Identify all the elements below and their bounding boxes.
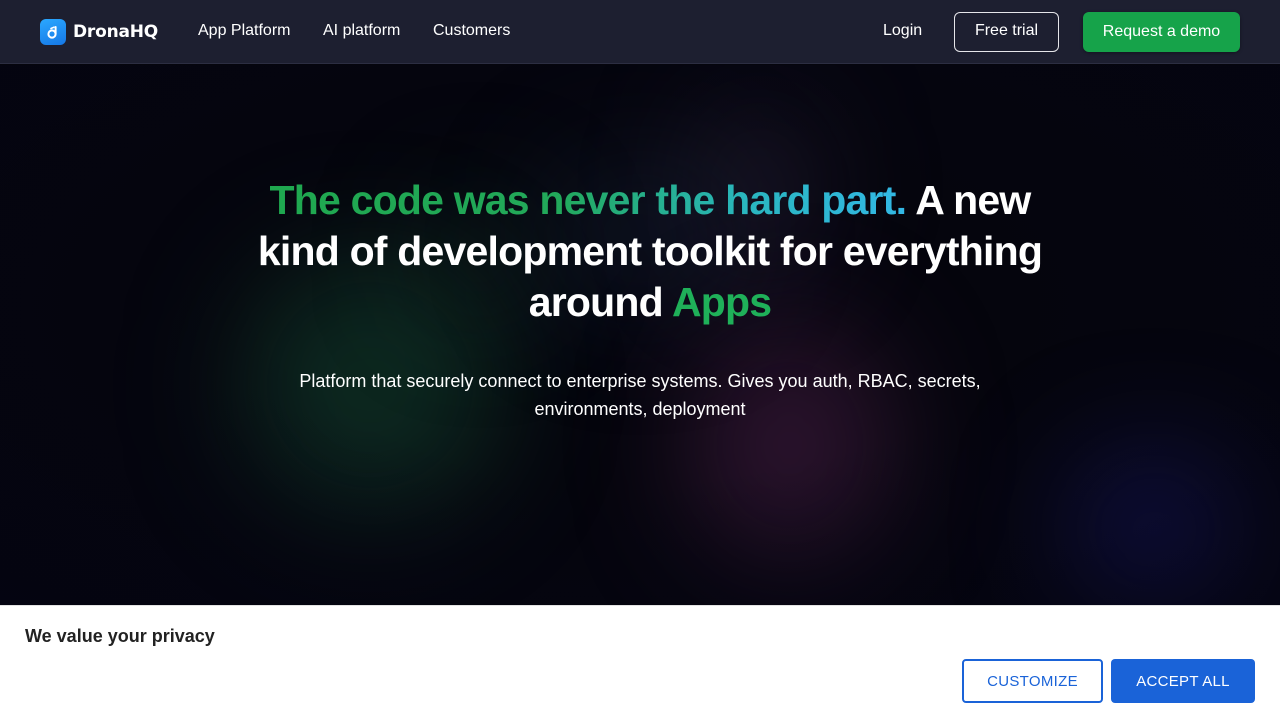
request-demo-button[interactable]: Request a demo xyxy=(1083,12,1240,52)
nav-ai-platform[interactable]: AI platform xyxy=(323,22,400,40)
free-trial-button[interactable]: Free trial xyxy=(954,12,1059,52)
nav-app-platform[interactable]: App Platform xyxy=(198,22,290,40)
top-navigation-bar: DronaHQ App Platform AI platform Custome… xyxy=(0,0,1280,64)
logo-text: DronaHQ xyxy=(73,22,159,42)
accept-all-cookies-button[interactable]: ACCEPT ALL xyxy=(1111,659,1255,703)
background-vignette xyxy=(0,65,1280,605)
dronahq-logo-icon xyxy=(40,19,66,45)
logo-link[interactable]: DronaHQ xyxy=(40,19,158,45)
headline-highlight-text: Apps xyxy=(671,279,772,325)
hero-subheadline: Platform that securely connect to enterp… xyxy=(250,367,1030,423)
login-link[interactable]: Login xyxy=(883,22,922,40)
hero-headline: The code was never the hard part. A new … xyxy=(250,175,1050,328)
subheadline-line-1: Platform that securely connect to enterp… xyxy=(299,371,981,391)
cookie-consent-banner: We value your privacy CUSTOMIZE ACCEPT A… xyxy=(0,605,1280,720)
customize-cookies-button[interactable]: CUSTOMIZE xyxy=(962,659,1103,703)
nav-customers[interactable]: Customers xyxy=(433,22,510,40)
subheadline-line-2: environments, deployment xyxy=(534,399,746,419)
cookie-banner-title: We value your privacy xyxy=(25,626,215,646)
hero-section: The code was never the hard part. A new … xyxy=(0,65,1280,605)
headline-gradient-text: The code was never the hard part. xyxy=(269,177,907,223)
